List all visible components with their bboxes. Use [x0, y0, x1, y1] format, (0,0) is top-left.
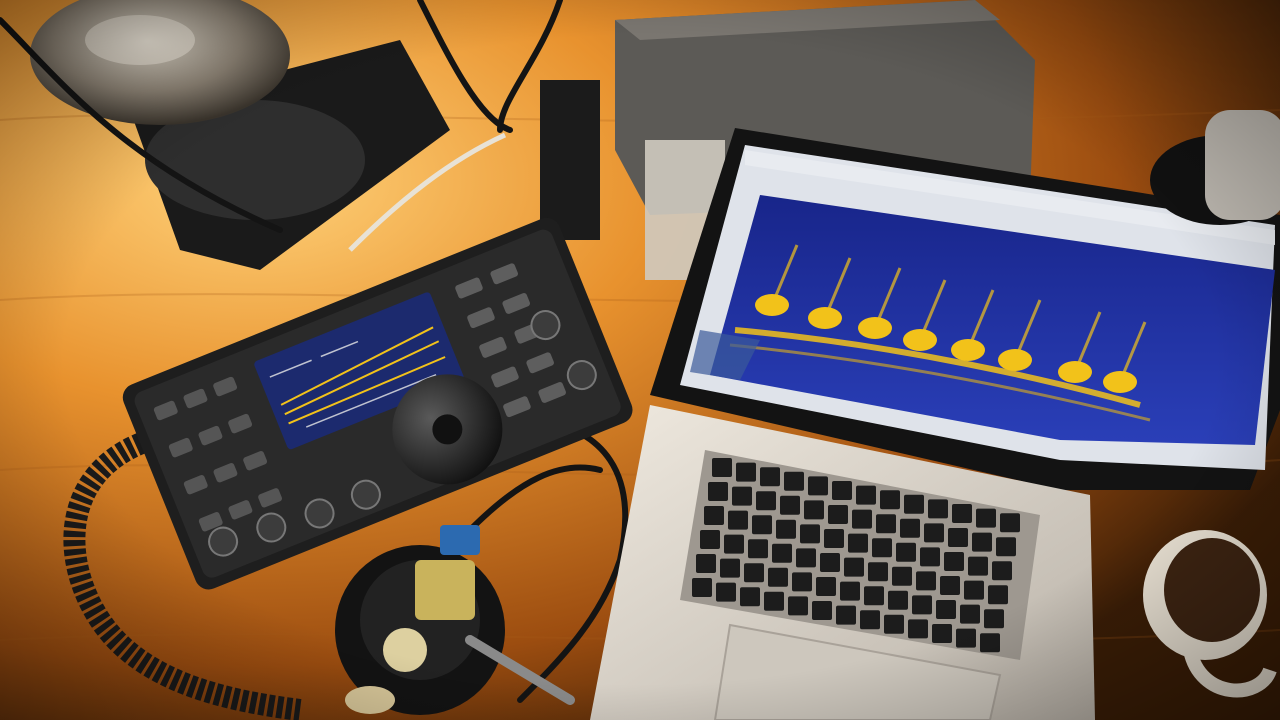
radio-desk-photo: [0, 0, 1280, 720]
scene-illustration: [0, 0, 1280, 720]
vignette-overlay: [0, 0, 1280, 720]
